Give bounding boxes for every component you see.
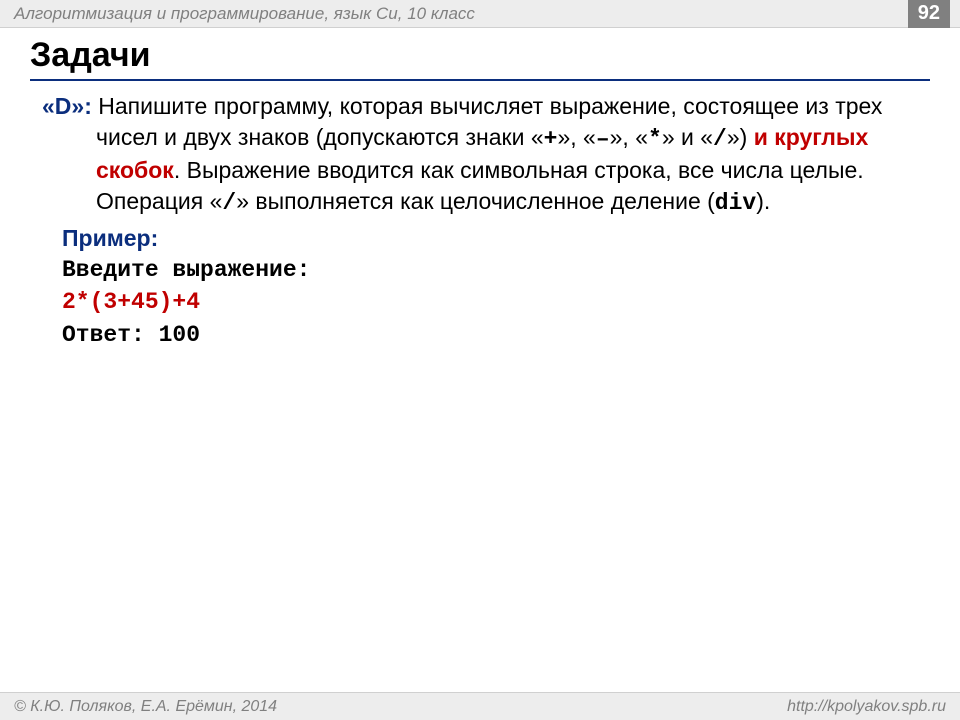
content-area: Задачи «D»: Напишите программу, которая … — [0, 28, 960, 351]
op-mul: * — [648, 126, 662, 152]
header-bar: Алгоритмизация и программирование, язык … — [0, 0, 960, 28]
footer-url: http://kpolyakov.spb.ru — [787, 698, 946, 716]
task-text-1d: » выполняется как целочисленное деление … — [236, 188, 715, 214]
task-mid2: », « — [610, 124, 648, 150]
answer-value: 100 — [159, 322, 200, 348]
example-label: Пример: — [42, 223, 930, 254]
header-title: Алгоритмизация и программирование, язык … — [14, 4, 475, 24]
task-body: «D»: Напишите программу, которая вычисля… — [30, 91, 930, 351]
task-paragraph: «D»: Напишите программу, которая вычисля… — [42, 91, 930, 219]
example-prompt: Введите выражение: — [42, 254, 930, 286]
op-div: / — [713, 126, 727, 152]
op-minus: – — [596, 126, 610, 152]
example-input: 2*(3+45)+4 — [42, 286, 930, 318]
task-mid3: » и « — [662, 124, 713, 150]
op-plus: + — [544, 126, 558, 152]
page-title: Задачи — [30, 36, 930, 81]
page-number: 92 — [908, 0, 950, 28]
task-text-1e: ). — [756, 188, 770, 214]
answer-label: Ответ: — [62, 322, 159, 348]
task-mid1: », « — [557, 124, 595, 150]
footer-bar: © К.Ю. Поляков, Е.А. Ерёмин, 2014 http:/… — [0, 692, 960, 720]
div-keyword: div — [715, 190, 756, 216]
task-label: «D»: — [42, 93, 92, 119]
example-answer: Ответ: 100 — [42, 319, 930, 351]
op-div2: / — [222, 190, 236, 216]
footer-copyright: © К.Ю. Поляков, Е.А. Ерёмин, 2014 — [14, 698, 277, 716]
task-text-1b: ») — [727, 124, 754, 150]
